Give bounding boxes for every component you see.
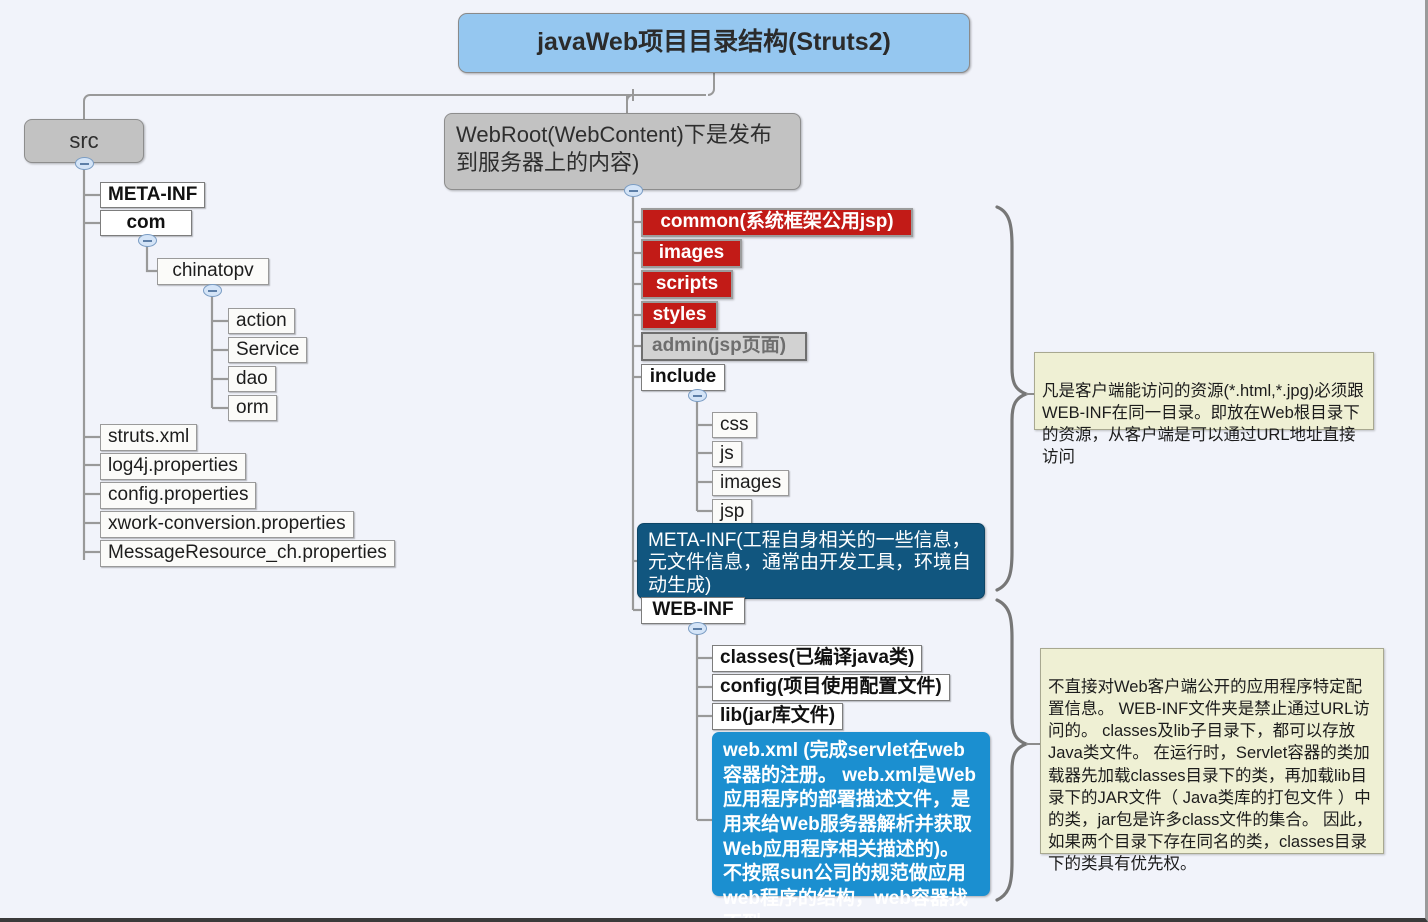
node-log4j-properties[interactable]: log4j.properties — [100, 453, 246, 480]
config-properties-label: config.properties — [108, 484, 249, 506]
messageresource-ch-properties-label: MessageResource_ch.properties — [108, 542, 387, 564]
node-include-jsp[interactable]: jsp — [712, 499, 753, 525]
dao-label: dao — [236, 367, 268, 389]
node-styles[interactable]: styles — [641, 301, 718, 330]
node-images[interactable]: images — [641, 239, 742, 268]
node-dao[interactable]: dao — [228, 366, 276, 392]
node-web-inf[interactable]: WEB-INF — [641, 597, 745, 624]
node-messageresource-ch-properties[interactable]: MessageResource_ch.properties — [100, 540, 395, 567]
node-config-dir[interactable]: config(项目使用配置文件) — [712, 674, 950, 701]
webroot-label: WebRoot(WebContent)下是发布到服务器上的内容) — [456, 122, 772, 175]
node-root-title[interactable]: javaWeb项目目录结构(Struts2) — [458, 13, 970, 73]
node-service[interactable]: Service — [228, 337, 308, 363]
collapse-toggle-com[interactable] — [138, 234, 157, 247]
node-classes[interactable]: classes(已编译java类) — [712, 645, 923, 672]
styles-label: styles — [652, 304, 707, 326]
config-dir-label: config(项目使用配置文件) — [720, 676, 942, 698]
orm-label: orm — [236, 396, 269, 418]
collapse-toggle-webroot[interactable] — [624, 184, 643, 197]
action-label: action — [236, 309, 287, 331]
web-inf-label: WEB-INF — [652, 599, 734, 621]
node-webroot[interactable]: WebRoot(WebContent)下是发布到服务器上的内容) — [444, 113, 801, 190]
admin-label: admin(jsp页面) — [652, 335, 787, 357]
note-lower-text: 不直接对Web客户端公开的应用程序特定配置信息。 WEB-INF文件夹是禁止通过… — [1048, 678, 1373, 873]
collapse-toggle-include[interactable] — [688, 389, 707, 402]
service-label: Service — [236, 338, 300, 360]
node-web-xml[interactable]: web.xml (完成servlet在web容器的注册。 web.xml是Web… — [712, 732, 990, 918]
node-action[interactable]: action — [228, 308, 295, 334]
scripts-label: scripts — [655, 273, 719, 295]
images-label: images — [658, 242, 725, 264]
collapse-toggle-web-inf[interactable] — [688, 622, 707, 635]
node-src-meta-inf[interactable]: META-INF — [100, 182, 206, 208]
collapse-toggle-chinatopv[interactable] — [203, 284, 222, 297]
mindmap-canvas: javaWeb项目目录结构(Struts2) src WebRoot(WebCo… — [0, 0, 1428, 922]
root-title-label: javaWeb项目目录结构(Struts2) — [537, 28, 891, 57]
node-include-images[interactable]: images — [712, 470, 790, 496]
brace-lower — [995, 598, 1031, 902]
collapse-toggle-src[interactable] — [75, 157, 94, 170]
include-label: include — [649, 366, 717, 388]
include-jsp-label: jsp — [720, 500, 745, 522]
node-xwork-conversion-properties[interactable]: xwork-conversion.properties — [100, 511, 354, 538]
classes-label: classes(已编译java类) — [720, 647, 915, 669]
node-scripts[interactable]: scripts — [641, 270, 733, 299]
node-webroot-meta-inf[interactable]: META-INF(工程自身相关的一些信息，元文件信息，通常由开发工具，环境自动生… — [637, 523, 985, 599]
node-lib[interactable]: lib(jar库文件) — [712, 703, 844, 730]
node-include-js[interactable]: js — [712, 441, 742, 467]
include-css-label: css — [720, 413, 749, 435]
chinatopv-label: chinatopv — [172, 260, 254, 282]
node-include-css[interactable]: css — [712, 412, 757, 438]
node-config-properties[interactable]: config.properties — [100, 482, 257, 509]
xwork-conversion-properties-label: xwork-conversion.properties — [108, 513, 346, 535]
node-chinatopv[interactable]: chinatopv — [157, 258, 269, 285]
note-upper-text: 凡是客户端能访问的资源(*.html,*.jpg)必须跟WEB-INF在同一目录… — [1042, 382, 1364, 467]
src-meta-inf-label: META-INF — [108, 183, 198, 205]
note-upper: 凡是客户端能访问的资源(*.html,*.jpg)必须跟WEB-INF在同一目录… — [1034, 352, 1374, 466]
src-label: src — [69, 128, 99, 154]
common-label: common(系统框架公用jsp) — [660, 211, 894, 233]
node-common[interactable]: common(系统框架公用jsp) — [641, 208, 913, 237]
webroot-meta-inf-label: META-INF(工程自身相关的一些信息，元文件信息，通常由开发工具，环境自动生… — [648, 530, 972, 596]
src-com-label: com — [126, 211, 166, 233]
struts-xml-label: struts.xml — [108, 426, 190, 448]
node-src-com[interactable]: com — [100, 210, 192, 236]
include-images-label: images — [720, 471, 782, 493]
node-orm[interactable]: orm — [228, 395, 277, 421]
log4j-properties-label: log4j.properties — [108, 455, 238, 477]
web-xml-label: web.xml (完成servlet在web容器的注册。 web.xml是Web… — [723, 740, 977, 918]
include-js-label: js — [720, 442, 734, 464]
note-lower: 不直接对Web客户端公开的应用程序特定配置信息。 WEB-INF文件夹是禁止通过… — [1040, 648, 1384, 873]
node-struts-xml[interactable]: struts.xml — [100, 424, 198, 451]
lib-label: lib(jar库文件) — [720, 705, 836, 727]
brace-upper — [995, 205, 1031, 592]
node-include[interactable]: include — [641, 364, 725, 391]
node-admin[interactable]: admin(jsp页面) — [641, 332, 807, 361]
